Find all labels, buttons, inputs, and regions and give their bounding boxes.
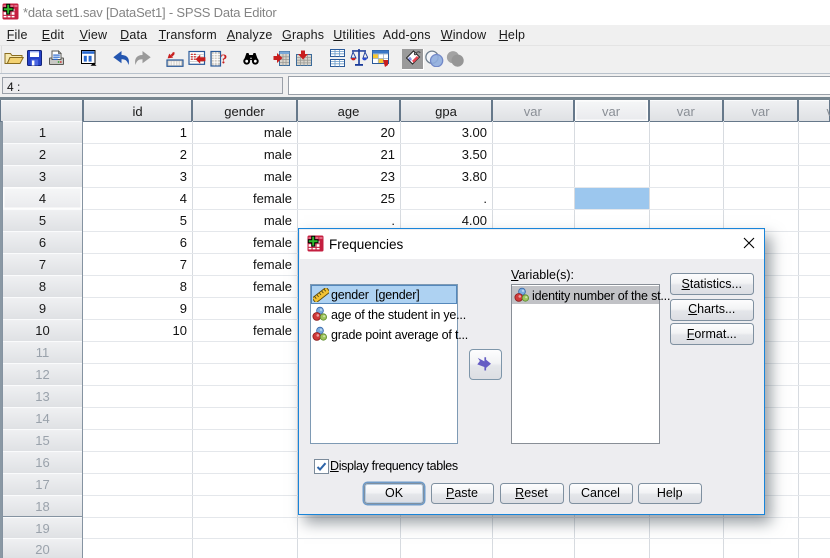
svg-text:?: ? bbox=[221, 52, 228, 67]
